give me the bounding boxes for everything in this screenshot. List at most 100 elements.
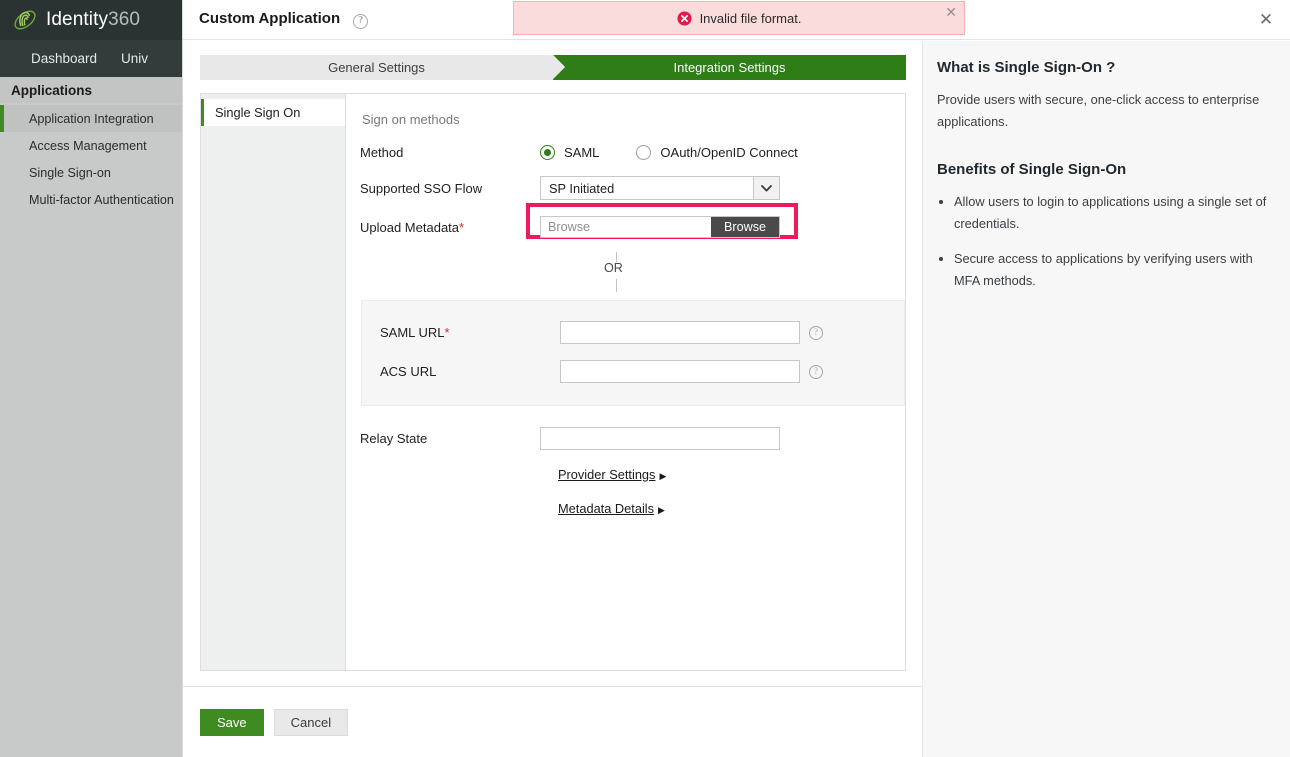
question-circle-icon[interactable]: ?: [353, 13, 369, 29]
field-row-acs-url: ACS URL ?: [380, 360, 904, 383]
sidebar-item-label: Multi-factor Authentication: [29, 192, 174, 207]
list-item: Allow users to login to applications usi…: [954, 191, 1268, 235]
section-heading: Sign on methods: [362, 112, 460, 127]
field-label-relay-state: Relay State: [360, 431, 428, 446]
modal-body: General Settings Integration Settings Si…: [183, 41, 1290, 757]
sidebar-item-access-management[interactable]: Access Management: [0, 132, 182, 159]
triangle-right-icon[interactable]: ▶: [658, 505, 665, 516]
radio-label: OAuth/OpenID Connect: [660, 145, 798, 160]
settings-panel: Single Sign On Sign on methods Method SA…: [200, 93, 906, 671]
provider-settings-row: Provider Settings ▶: [558, 466, 905, 484]
field-label-upload-metadata: Upload Metadata*: [360, 220, 540, 235]
close-icon[interactable]: ✕: [1256, 10, 1276, 30]
app-logo[interactable]: Identity360: [0, 7, 140, 33]
metadata-details-link[interactable]: Metadata Details: [558, 501, 654, 516]
tab-integration-settings[interactable]: Integration Settings: [553, 55, 906, 80]
help-paragraph: Provide users with secure, one-click acc…: [937, 92, 1260, 129]
saml-url-input[interactable]: [560, 321, 800, 344]
brand-secondary: 360: [108, 9, 141, 30]
field-row-relay-state: Relay State: [360, 427, 905, 450]
field-label-method: Method: [360, 145, 404, 160]
help-panel: What is Single Sign-On ? Provide users w…: [922, 41, 1290, 757]
radio-saml[interactable]: SAML: [540, 145, 599, 160]
acs-url-question-circle-icon[interactable]: ?: [809, 364, 823, 379]
radio-oauth-openid-connect[interactable]: OAuth/OpenID Connect: [636, 145, 798, 160]
saml-url-question-circle-icon[interactable]: ?: [809, 325, 823, 340]
radio-label: SAML: [564, 145, 600, 160]
error-banner: Invalid file format. ✕: [513, 1, 965, 35]
panel-main: Sign on methods Method SAML OAuth/OpenID…: [346, 94, 905, 670]
save-button[interactable]: Save: [200, 709, 264, 736]
field-row-sso-flow: Supported SSO Flow SP Initiated: [360, 176, 905, 200]
url-field-group: SAML URL* ? ACS URL ?: [361, 300, 905, 406]
panel-nav-item-single-sign-on[interactable]: Single Sign On: [201, 99, 345, 126]
field-label-text: Upload Metadata: [360, 219, 460, 235]
sidebar-item-single-sign-on[interactable]: Single Sign-on: [0, 159, 182, 186]
sso-flow-select[interactable]: SP Initiated: [540, 176, 780, 200]
app-topnav: Dashboard Univ: [0, 40, 182, 77]
chevron-down-icon[interactable]: [753, 177, 779, 199]
upload-metadata-placeholder: Browse: [548, 220, 590, 234]
method-radio-group: SAML OAuth/OpenID Connect: [540, 145, 798, 160]
field-row-method: Method SAML OAuth/OpenID Connect: [360, 145, 905, 160]
error-circle-x-icon: [677, 10, 692, 26]
field-label-sso-flow: Supported SSO Flow: [360, 180, 483, 196]
field-label-saml-url: SAML URL*: [380, 325, 560, 340]
or-divider: OR: [360, 252, 905, 300]
tab-label: General Settings: [328, 60, 425, 75]
relay-state-input[interactable]: [540, 427, 780, 450]
triangle-right-icon[interactable]: ▶: [659, 471, 666, 482]
sidebar-section-title: Applications: [0, 77, 182, 103]
radio-dot-icon: [636, 145, 652, 160]
sidebar-item-label: Application Integration: [29, 111, 154, 126]
error-message: Invalid file format.: [699, 10, 802, 26]
fingerprint-orbit-logo-icon: [14, 10, 36, 30]
page-title-text: Custom Application: [199, 10, 341, 28]
tab-general-settings[interactable]: General Settings: [200, 55, 565, 80]
sso-flow-selected-value: SP Initiated: [549, 180, 615, 196]
upload-metadata-field[interactable]: Browse Browse: [540, 216, 780, 238]
error-banner-content: Invalid file format.: [677, 10, 802, 26]
metadata-details-row: Metadata Details ▶: [558, 500, 905, 518]
form-column: General Settings Integration Settings Si…: [183, 41, 922, 757]
brand-primary: Identity: [46, 9, 109, 30]
browse-button[interactable]: Browse: [711, 217, 779, 237]
sidebar-nav-list: Application Integration Access Managemen…: [0, 105, 182, 213]
topnav-item-dashboard[interactable]: Dashboard: [0, 51, 109, 66]
provider-settings-link[interactable]: Provider Settings: [558, 467, 655, 482]
footer-actions: Save Cancel: [200, 709, 349, 736]
app-topbar: Identity360: [0, 0, 182, 40]
required-marker: *: [444, 325, 450, 340]
screen: Identity360 Dashboard Univ Applications …: [0, 0, 1290, 757]
tab-label: Integration Settings: [673, 60, 786, 75]
sidebar-item-label: Access Management: [29, 138, 147, 153]
field-row-upload-metadata: Upload Metadata* Browse Browse: [360, 203, 905, 239]
footer-divider: [183, 686, 922, 687]
field-row-saml-url: SAML URL* ?: [380, 321, 904, 344]
app-logo-text: Identity360: [46, 9, 140, 31]
step-tabs: General Settings Integration Settings: [200, 55, 906, 80]
required-marker: *: [459, 219, 465, 235]
app-background-sidebar: Identity360 Dashboard Univ Applications …: [0, 0, 182, 757]
help-benefits-heading: Benefits of Single Sign-On: [937, 161, 1127, 178]
error-close-icon[interactable]: ✕: [945, 5, 957, 19]
sidebar-item-application-integration[interactable]: Application Integration: [0, 105, 182, 132]
field-label-acs-url: ACS URL: [380, 364, 437, 379]
panel-nav-item-label: Single Sign On: [215, 105, 301, 120]
or-divider-line-bottom: [616, 279, 617, 292]
sidebar-item-label: Single Sign-on: [29, 165, 111, 180]
or-divider-label: OR: [604, 261, 623, 275]
radio-dot-icon: [540, 145, 555, 160]
page-title: Custom Application ?: [183, 10, 369, 29]
help-heading: What is Single Sign-On ?: [937, 59, 1116, 76]
list-item: Secure access to applications by verifyi…: [954, 248, 1268, 292]
field-label-text: SAML URL: [380, 325, 445, 340]
panel-nav: Single Sign On: [201, 94, 346, 670]
topnav-item-universal[interactable]: Univ: [109, 51, 160, 66]
custom-application-modal: Custom Application ? ✕ Invalid file form…: [182, 0, 1290, 757]
cancel-button[interactable]: Cancel: [273, 709, 349, 736]
chevron-down-glyph: [761, 184, 772, 191]
sidebar-item-multi-factor-authentication[interactable]: Multi-factor Authentication: [0, 186, 182, 213]
acs-url-input[interactable]: [560, 360, 800, 383]
help-benefits-list: Allow users to login to applications usi…: [937, 191, 1268, 292]
